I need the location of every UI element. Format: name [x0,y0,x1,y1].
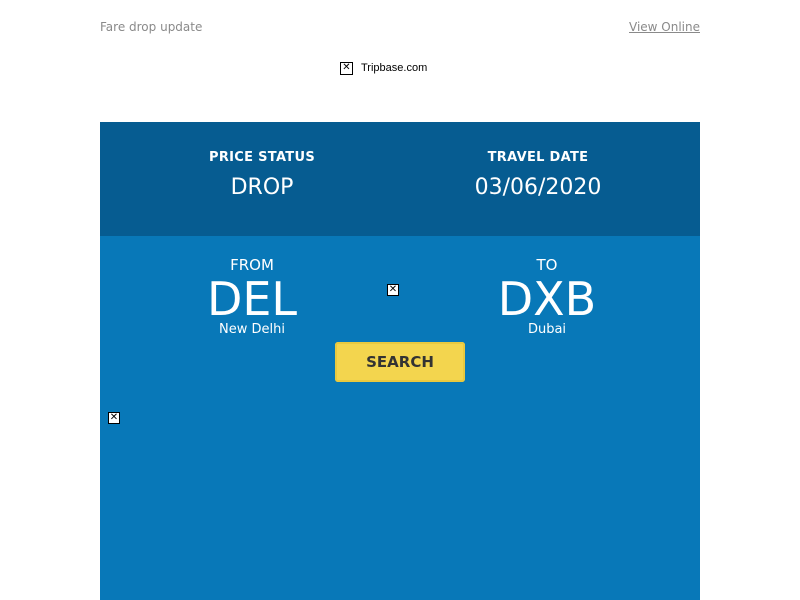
travel-date-block: TRAVEL DATE 03/06/2020 [438,150,638,200]
search-button[interactable]: SEARCH [335,342,465,382]
origin-block: FROM DEL New Delhi [152,256,352,338]
price-status-label: PRICE STATUS [209,150,315,165]
preheader-text: Fare drop update [100,20,203,34]
email-page: Fare drop update View Online ✕ Tripbase.… [0,0,800,600]
logo-alt-text: Tripbase.com [361,62,428,74]
to-code: DXB [497,272,597,326]
from-code: DEL [206,272,298,326]
broken-image-icon: ✕ [108,412,120,424]
broken-image-icon: ✕ [387,284,399,296]
from-city: New Delhi [219,322,285,337]
price-status-block: PRICE STATUS DROP [162,150,362,200]
travel-date-value: 03/06/2020 [474,175,602,200]
fare-card: PRICE STATUS DROP TRAVEL DATE 03/06/2020… [100,122,700,600]
destination-block: TO DXB Dubai [447,256,647,338]
to-city: Dubai [527,322,567,337]
travel-date-label: TRAVEL DATE [487,150,589,165]
view-online-link[interactable]: View Online [629,20,700,34]
fare-card-header: PRICE STATUS DROP TRAVEL DATE 03/06/2020 [100,122,700,236]
price-status-value: DROP [230,175,294,200]
logo[interactable]: ✕ Tripbase.com [340,60,427,76]
broken-image-icon: ✕ [340,61,353,75]
